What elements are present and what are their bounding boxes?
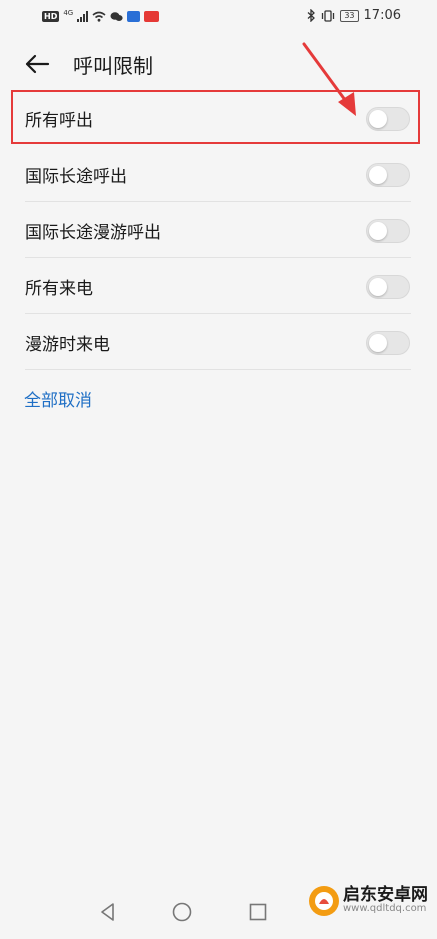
status-time: 17:06 [363, 8, 401, 23]
all-outgoing-toggle[interactable] [366, 107, 410, 131]
wifi-icon [92, 11, 106, 22]
international-roaming-outgoing-toggle[interactable] [366, 219, 410, 243]
bluetooth-icon [307, 9, 316, 22]
setting-label: 所有呼出 [25, 111, 93, 131]
row-divider [25, 369, 411, 370]
status-left-icons: HD 4G [42, 8, 160, 24]
network-type-label: 4G [63, 8, 74, 17]
nav-back-button[interactable] [96, 900, 120, 924]
app-notification-icon [127, 10, 141, 22]
screen: HD 4G 33 17:06 呼叫限制 所有呼出 国际长途呼出 国际长途漫游呼出… [0, 0, 437, 939]
all-incoming-toggle[interactable] [366, 275, 410, 299]
status-bar: HD 4G 33 17:06 [0, 0, 437, 32]
setting-label: 国际长途漫游呼出 [25, 223, 161, 243]
setting-row-all-outgoing[interactable]: 所有呼出 [0, 90, 437, 146]
roaming-incoming-toggle[interactable] [366, 331, 410, 355]
system-nav-bar [0, 888, 437, 939]
setting-row-international-roaming-outgoing[interactable]: 国际长途漫游呼出 [0, 202, 437, 258]
setting-label: 漫游时来电 [25, 335, 110, 355]
nav-home-button[interactable] [170, 900, 194, 924]
battery-icon: 33 [340, 9, 359, 22]
setting-row-roaming-incoming[interactable]: 漫游时来电 [0, 314, 437, 370]
back-arrow-icon [25, 54, 50, 74]
status-right-icons: 33 17:06 [307, 8, 401, 23]
square-recents-icon [249, 903, 267, 921]
hd-icon: HD [42, 10, 60, 22]
page-title: 呼叫限制 [73, 54, 153, 78]
back-button[interactable] [22, 49, 52, 79]
wechat-icon [110, 11, 123, 21]
setting-row-all-incoming[interactable]: 所有来电 [0, 258, 437, 314]
setting-label: 国际长途呼出 [25, 167, 127, 187]
international-outgoing-toggle[interactable] [366, 163, 410, 187]
triangle-back-icon [101, 903, 114, 921]
circle-home-icon [172, 902, 192, 922]
nav-recents-button[interactable] [246, 900, 270, 924]
signal-icon [77, 10, 89, 22]
page-header: 呼叫限制 [0, 40, 437, 88]
cancel-all-button[interactable]: 全部取消 [24, 386, 92, 411]
setting-row-international-outgoing[interactable]: 国际长途呼出 [0, 146, 437, 202]
vibrate-icon [322, 9, 335, 22]
setting-label: 所有来电 [25, 279, 93, 299]
news-app-icon [144, 10, 160, 22]
